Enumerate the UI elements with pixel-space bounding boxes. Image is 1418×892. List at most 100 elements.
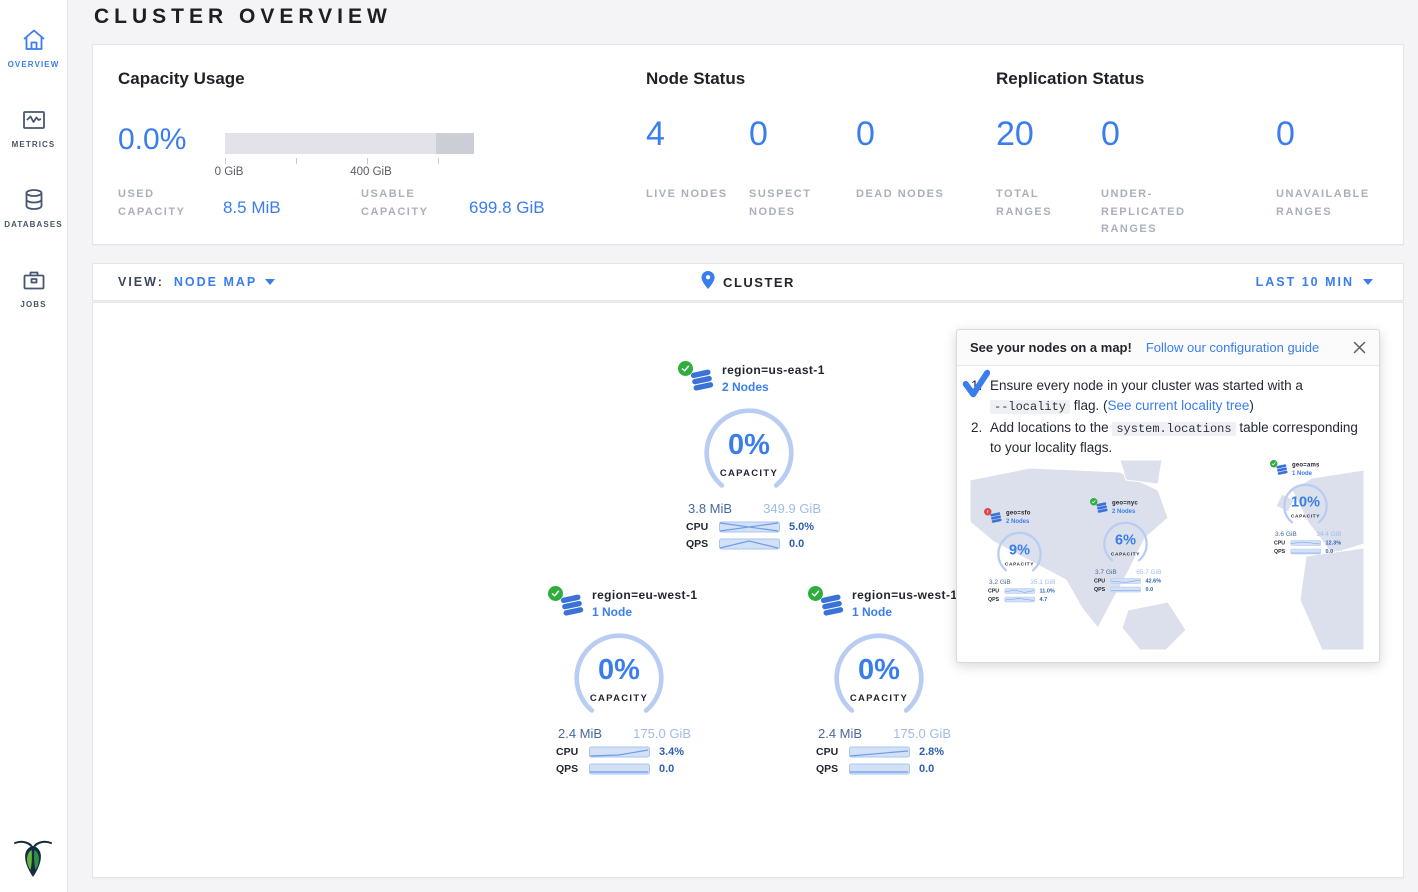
qps-label: QPS xyxy=(556,763,589,775)
time-range-value: LAST 10 MIN xyxy=(1256,275,1354,289)
sidebar-item-databases[interactable]: DATABASES xyxy=(0,168,67,248)
view-selector-value: NODE MAP xyxy=(174,275,257,289)
capacity-total: 35.1 GiB xyxy=(1030,578,1055,586)
view-toolbar: VIEW: NODE MAP CLUSTER LAST 10 MIN xyxy=(92,263,1404,301)
total-ranges-value: 20 xyxy=(996,115,1034,154)
qps-label: QPS xyxy=(686,538,719,550)
capacity-used: 3.8 MiB xyxy=(688,501,732,516)
locality-region-label: geo=nyc xyxy=(1112,499,1138,506)
sidebar-item-jobs[interactable]: JOBS xyxy=(0,248,67,328)
view-selector-dropdown[interactable]: NODE MAP xyxy=(174,275,275,289)
capacity-axis-tick xyxy=(367,158,368,164)
close-icon[interactable] xyxy=(1353,341,1366,354)
capacity-percent: 9% xyxy=(995,542,1045,559)
metrics-icon xyxy=(21,107,47,133)
capacity-bar-reserved-segment xyxy=(436,133,474,154)
page-title: CLUSTER OVERVIEW xyxy=(94,5,392,29)
qps-label: QPS xyxy=(816,763,849,775)
locality-region-label: geo=ams xyxy=(1292,461,1320,468)
capacity-total: 65.7 GiB xyxy=(1136,568,1161,576)
capacity-axis-tick xyxy=(438,158,439,164)
configuration-guide-link[interactable]: Follow our configuration guide xyxy=(1146,340,1319,355)
capacity-gauge: 0% CAPACITY xyxy=(829,631,929,725)
locality-tree-link[interactable]: See current locality tree xyxy=(1108,398,1250,413)
used-capacity-label: USED CAPACITY xyxy=(118,186,213,221)
node-map-setup-popup: See your nodes on a map! Follow our conf… xyxy=(956,329,1380,663)
used-capacity-value: 8.5 MiB xyxy=(223,198,281,218)
preview-locality-ams: geo=ams 1 Node 10% CAPACITY 3.6 GiB 34.4… xyxy=(1268,460,1343,555)
under-replicated-ranges-value: 0 xyxy=(1101,115,1120,154)
time-range-dropdown[interactable]: LAST 10 MIN xyxy=(1256,275,1373,289)
qps-value: 0.0 xyxy=(1326,549,1334,555)
cpu-label: CPU xyxy=(1274,540,1291,546)
cpu-label: CPU xyxy=(686,521,719,533)
capacity-total: 175.0 GiB xyxy=(893,726,951,741)
locality-region-label: region=eu-west-1 xyxy=(592,588,697,602)
capacity-percent: 0% xyxy=(829,654,929,687)
example-node-map-preview: geo=sfo 2 Nodes 9% CAPACITY 3.2 GiB 35.1… xyxy=(970,460,1364,650)
locality-header[interactable]: region=us-west-1 1 Node xyxy=(808,586,954,622)
step-text: Add locations to the system.locations ta… xyxy=(990,418,1363,459)
capacity-gauge: 0% CAPACITY xyxy=(569,631,669,725)
qps-value: 0.0 xyxy=(659,763,674,775)
step-text: Ensure every node in your cluster was st… xyxy=(990,376,1363,417)
capacity-used: 3.6 GiB xyxy=(1275,530,1297,538)
qps-sparkline xyxy=(1111,587,1142,593)
cpu-value: 2.8% xyxy=(919,746,944,758)
locality-nodes-link[interactable]: 1 Node xyxy=(852,605,957,619)
home-icon xyxy=(21,27,47,53)
locality-header[interactable]: region=eu-west-1 1 Node xyxy=(548,586,694,622)
locality-nodes-link[interactable]: 2 Nodes xyxy=(722,380,825,394)
code-chip: system.locations xyxy=(1112,422,1235,436)
breadcrumb-cluster: CLUSTER xyxy=(723,275,795,290)
capacity-gauge: 9% CAPACITY xyxy=(995,531,1045,578)
capacity-gauge: 10% CAPACITY xyxy=(1281,483,1331,530)
capacity-used: 2.4 MiB xyxy=(818,726,862,741)
locality-header[interactable]: region=us-east-1 2 Nodes xyxy=(678,361,824,397)
locality-region-label: region=us-west-1 xyxy=(852,588,957,602)
locality-region-label: geo=sfo xyxy=(1006,509,1031,516)
setup-step-2: 2. Add locations to the system.locations… xyxy=(971,418,1363,459)
cpu-sparkline xyxy=(1291,540,1322,546)
node-map-locality-eu-west-1: region=eu-west-1 1 Node 0% CAPACITY 2.4 … xyxy=(544,586,694,775)
cpu-sparkline xyxy=(1005,588,1036,594)
suspect-nodes-label: SUSPECT NODES xyxy=(749,186,844,221)
cpu-sparkline xyxy=(589,746,651,758)
qps-label: QPS xyxy=(988,597,1005,603)
locality-db-stack-icon xyxy=(1096,502,1109,517)
locality-nodes-link[interactable]: 1 Node xyxy=(592,605,697,619)
cpu-sparkline xyxy=(1111,578,1142,584)
cluster-summary-card: Capacity Usage 0.0% 0 GiB 400 GiB USED C… xyxy=(92,44,1404,245)
capacity-axis-label: 0 GiB xyxy=(215,166,244,178)
chevron-down-icon xyxy=(265,279,275,285)
cpu-value: 3.4% xyxy=(659,746,684,758)
view-label: VIEW: xyxy=(118,275,164,289)
locality-nodes-link: 1 Node xyxy=(1292,470,1320,477)
capacity-axis-label: 400 GiB xyxy=(350,166,392,178)
popup-title: See your nodes on a map! xyxy=(970,340,1132,355)
cpu-label: CPU xyxy=(556,746,589,758)
qps-sparkline xyxy=(1291,549,1322,555)
qps-sparkline xyxy=(849,763,911,775)
qps-sparkline xyxy=(1005,597,1036,603)
capacity-total: 175.0 GiB xyxy=(633,726,691,741)
sidebar-item-label: DATABASES xyxy=(4,220,63,229)
capacity-caption: CAPACITY xyxy=(569,693,669,704)
locality-nodes-link: 2 Nodes xyxy=(1006,518,1031,525)
capacity-caption: CAPACITY xyxy=(699,468,799,479)
qps-sparkline xyxy=(589,763,651,775)
briefcase-icon xyxy=(21,267,47,293)
unavailable-ranges-label: UNAVAILABLE RANGES xyxy=(1276,186,1386,221)
capacity-percent: 0% xyxy=(569,654,669,687)
chevron-down-icon xyxy=(1363,279,1373,285)
sidebar-item-overview[interactable]: OVERVIEW xyxy=(0,8,67,88)
capacity-used: 3.7 GiB xyxy=(1095,568,1117,576)
usable-capacity-value: 699.8 GiB xyxy=(469,198,545,218)
qps-label: QPS xyxy=(1094,587,1111,593)
sidebar-item-metrics[interactable]: METRICS xyxy=(0,88,67,168)
qps-label: QPS xyxy=(1274,549,1291,555)
cpu-value: 11.0% xyxy=(1040,588,1055,594)
locality-db-stack-icon xyxy=(819,593,845,622)
locality-db-stack-icon xyxy=(689,368,715,397)
sidebar-item-label: METRICS xyxy=(12,140,56,149)
